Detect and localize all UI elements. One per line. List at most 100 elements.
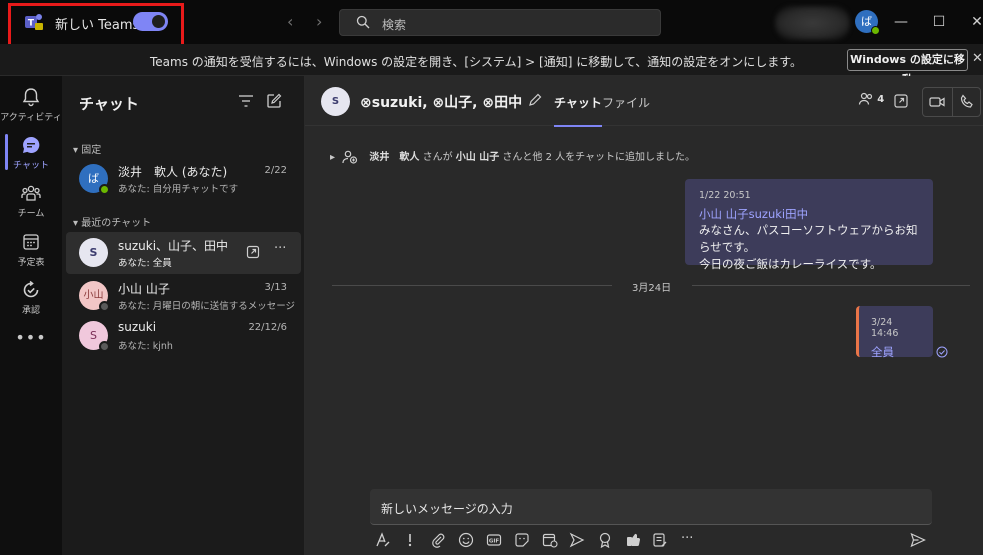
chat-list-item-group[interactable]: S suzuki、山子、田中 あなた: 全員 ··· [66,232,301,274]
chat-pane-title: チャット [79,95,139,113]
attach-icon[interactable] [430,532,446,548]
blurred-user-info [775,6,850,40]
available-status-icon [99,184,110,195]
add-person-icon [342,150,358,164]
back-arrow-icon[interactable]: ‹ [287,12,293,31]
avatar: S [79,321,110,352]
compose-input[interactable]: 新しいメッセージの入力 [370,489,932,525]
teams-icon [21,185,41,201]
group-avatar: S [321,87,350,116]
chat-list-item-suzuki[interactable]: S suzuki あなた: kjnh 22/12/6 [66,315,301,357]
forward-arrow-icon[interactable]: › [316,12,322,31]
message-line: 今日の夜ご飯はカレーライスです。 [699,257,882,271]
pop-out-chat-icon[interactable] [893,93,909,109]
approvals-app-icon[interactable] [625,532,641,548]
minimize-button[interactable]: — [889,10,913,34]
people-icon [858,92,873,105]
appbar-item-approvals[interactable]: 承認 [0,273,62,321]
loop-component-icon[interactable] [652,532,668,548]
call-divider [952,88,953,116]
message-line: みなさん、パスコーソフトウェアからお知らせです。 [699,223,918,254]
avatar-initial: S [89,246,98,259]
appbar-label-chat: チャット [13,161,49,171]
message-time: 3/24 14:46 [871,317,899,339]
notification-banner: Teams の通知を受信するには、Windows の設定を開き、[システム] >… [0,44,983,86]
appbar-item-activity[interactable]: アクティビティ [0,80,62,128]
banner-close-icon[interactable]: ✕ [972,51,983,66]
call-buttons [922,87,981,117]
appbar-label-approvals: 承認 [21,306,40,316]
emoji-icon[interactable] [458,532,474,548]
chat-preview: あなた: kjnh [118,341,173,352]
gif-icon[interactable]: GIF [486,532,502,548]
recent-header-label: 最近のチャット [81,218,152,229]
new-chat-icon[interactable] [266,93,282,109]
message-bubble[interactable]: 1/22 20:51 小山 山子suzuki田中 みなさん、パスコーソフトウェア… [685,179,933,271]
appbar-item-chat[interactable]: チャット [0,128,62,176]
message-mention[interactable]: 全員 [871,344,921,360]
app-bar: アクティビティ チャット チーム 予定表 承認 ••• [0,76,62,555]
svg-text:GIF: GIF [489,539,500,545]
pinned-section-header[interactable]: ▾ 固定 [73,141,101,156]
chat-list-item-self[interactable]: ば 淡井 軟人 (あなた) あなた: 自分用チャットです 2/22 [66,158,301,200]
appbar-item-calendar[interactable]: 予定表 [0,225,62,273]
appbar-label-calendar: 予定表 [17,258,45,268]
filter-icon[interactable] [238,94,254,108]
open-windows-settings-button[interactable]: Windows の設定に移動 [847,49,968,86]
more-options-icon[interactable]: ··· [274,241,286,256]
recent-section-header[interactable]: ▾ 最近のチャット [73,214,151,229]
chat-list-pane: チャット ▾ 固定 ば 淡井 軟人 (あなた) あなた: 自分用チャットです 2… [62,76,305,555]
schedule-meeting-icon[interactable] [542,532,558,548]
participant-count: 4 [877,94,885,105]
calendar-icon [23,234,39,250]
chat-date: 3/13 [264,282,287,293]
close-window-button[interactable]: ✕ [965,10,983,34]
message-bubble-important[interactable]: 3/24 14:46 全員 [856,306,933,360]
tab-chat[interactable]: チャット [554,94,602,127]
chat-preview: あなた: 全員 [118,258,172,269]
participants-button[interactable]: 4 [858,92,884,106]
pop-out-icon[interactable] [246,245,260,259]
search-input[interactable]: 検索 [339,9,661,36]
send-icon[interactable] [910,532,926,548]
pinned-header-label: 固定 [81,145,102,156]
search-placeholder: 検索 [382,18,407,32]
avatar-initial: S [90,329,97,342]
sticker-icon[interactable] [514,532,530,548]
profile-avatar[interactable]: ば [855,10,880,35]
chat-list-item-koyama[interactable]: 小山 小山 山子 あなた: 月曜日の朝に送信するメッセージ 3/13 [66,275,301,317]
audio-call-icon[interactable] [959,94,975,110]
banner-message: Teams の通知を受信するには、Windows の設定を開き、[システム] >… [150,55,803,69]
chat-name: suzuki、山子、田中 [118,239,229,253]
expand-arrow-icon[interactable]: ▸ [330,152,335,163]
chat-date: 22/12/6 [248,322,287,333]
stream-icon[interactable] [569,532,585,548]
search-icon [356,15,370,29]
format-icon[interactable] [375,532,391,548]
praise-icon[interactable] [597,532,613,548]
offline-status-icon [99,341,110,352]
more-actions-icon[interactable]: ··· [681,532,697,548]
message-mention[interactable]: 小山 山子suzuki田中 [699,206,919,222]
tab-files[interactable]: ファイル [602,94,650,111]
chat-header: S ⊗suzuki, ⊗山子, ⊗田中 チャット ファイル 4 [305,76,983,127]
video-call-icon[interactable] [929,94,945,110]
chat-name: suzuki [118,320,157,334]
avatar: ば [79,164,110,195]
system-message: ▸ 淡井 軟人 さんが 小山 山子 さんと他 2 人をチャットに追加しました。 [330,148,695,164]
avatar-initial: 小山 [83,290,104,301]
chat-date: 2/22 [264,165,287,176]
important-icon[interactable] [402,532,418,548]
date-divider-label: 3月24日 [632,283,672,294]
edit-name-icon[interactable] [528,93,542,107]
more-apps-icon[interactable]: ••• [0,328,62,347]
system-name-2: 小山 山子 [455,152,500,163]
appbar-item-teams[interactable]: チーム [0,176,62,224]
appbar-label-activity: アクティビティ [0,113,62,123]
offline-status-icon [99,301,110,312]
divider-line-left [332,285,612,286]
chat-preview: あなた: 自分用チャットです [118,184,239,195]
avatar: 小山 [79,281,110,312]
chat-title[interactable]: ⊗suzuki, ⊗山子, ⊗田中 [360,92,522,112]
maximize-button[interactable]: ☐ [927,10,951,34]
